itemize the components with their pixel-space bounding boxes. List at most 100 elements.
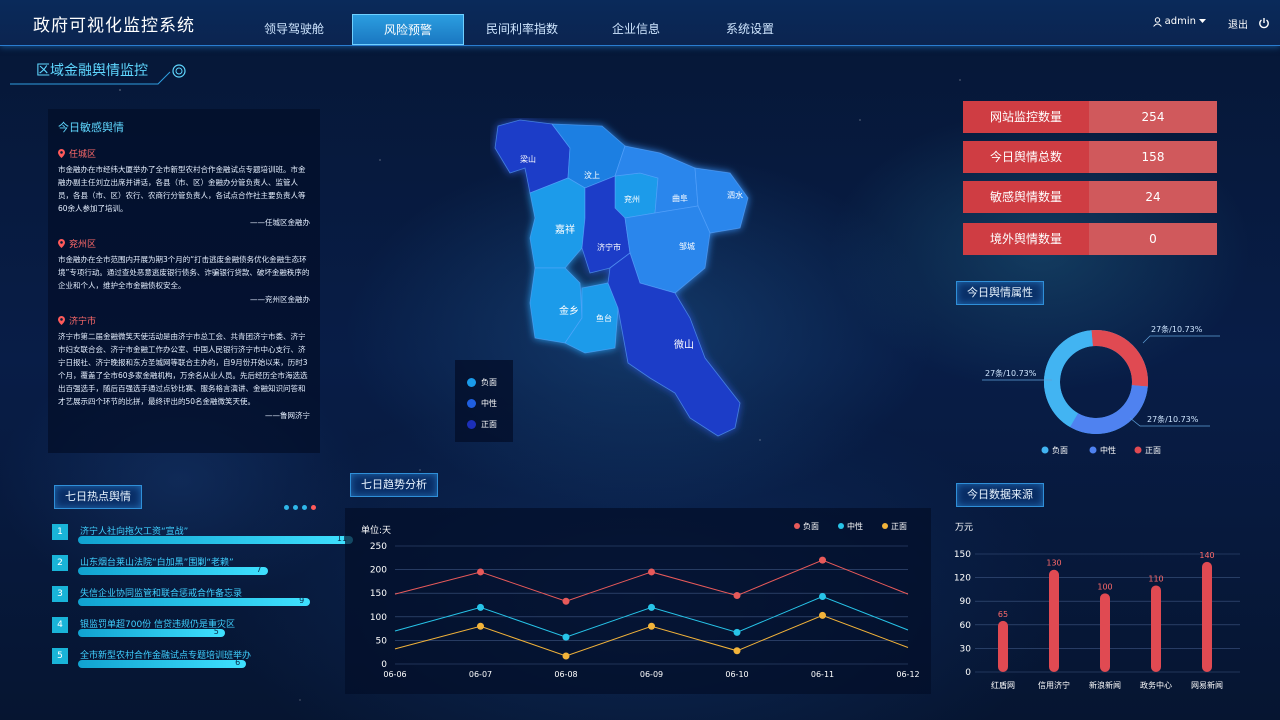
data-point[interactable] xyxy=(819,593,826,601)
bar[interactable] xyxy=(1049,569,1059,672)
hot-news-item[interactable]: 4 银监罚单超700份 信贷违规仍是重灾区 5 xyxy=(52,617,312,648)
bar[interactable] xyxy=(998,620,1008,672)
series-line[interactable] xyxy=(394,614,909,657)
hot-news-item[interactable]: 3 失信企业协同监管和联合惩戒合作备忘录 9 xyxy=(52,586,312,617)
legend-dot xyxy=(467,420,476,429)
legend-dot xyxy=(838,523,844,529)
nav-tab-interest-index[interactable]: 民间利率指数 xyxy=(466,14,578,45)
data-point[interactable] xyxy=(819,556,826,564)
x-tick-label: 政务中心 xyxy=(1140,680,1172,690)
news-location: 济宁市 xyxy=(69,317,97,327)
legend-dot xyxy=(794,523,800,529)
news-text: 市金融办在市经纬大厦举办了全市新型农村合作金融试点专题培训班。市金融办副主任刘立… xyxy=(58,165,306,213)
data-point[interactable] xyxy=(733,647,741,655)
data-point[interactable] xyxy=(733,628,741,636)
rank-number: 3 xyxy=(52,586,68,602)
carousel-dot-active[interactable] xyxy=(311,505,316,510)
legend-item-neutral[interactable]: 中性 xyxy=(467,393,513,414)
map-label-jinxiang: 金乡 xyxy=(559,304,579,317)
data-point[interactable] xyxy=(477,568,484,576)
data-point[interactable] xyxy=(477,603,484,611)
rank-number: 1 xyxy=(52,524,68,540)
news-text: 市金融办在全市范围内开展为期3个月的“打击逃废金融债务优化金融生态环境”专项行动… xyxy=(58,255,310,290)
bar[interactable] xyxy=(1100,593,1110,672)
y-tick-label: 250 xyxy=(370,542,387,552)
stat-value: 254 xyxy=(1089,101,1217,133)
map-label-wenshang: 汶上 xyxy=(584,170,600,180)
y-tick-label: 150 xyxy=(370,589,387,599)
stat-value: 158 xyxy=(1089,141,1217,173)
data-point[interactable] xyxy=(733,592,741,600)
legend-item-positive[interactable]: 正面 xyxy=(467,414,513,435)
map-legend: 负面 中性 正面 xyxy=(455,360,513,442)
user-menu[interactable]: admin xyxy=(1152,16,1206,27)
legend-label: 中性 xyxy=(481,399,497,408)
news-item[interactable]: 兖州区 市金融办在全市范围内开展为期3个月的“打击逃废金融债务优化金融生态环境”… xyxy=(58,237,310,305)
map-label-jining: 济宁市 xyxy=(597,242,621,252)
legend-dot xyxy=(467,399,476,408)
nav-tab-cockpit[interactable]: 领导驾驶舱 xyxy=(238,14,350,45)
map-label-weishan: 微山 xyxy=(674,338,694,351)
stat-today-total: 今日舆情总数 158 xyxy=(963,141,1217,173)
map-region-jiaxiang[interactable] xyxy=(529,177,586,269)
y-tick-label: 100 xyxy=(370,613,387,623)
news-item[interactable]: 任城区 市金融办在市经纬大厦举办了全市新型农村合作金融试点专题培训班。市金融办副… xyxy=(58,147,310,228)
nav-tab-company-info[interactable]: 企业信息 xyxy=(580,14,692,45)
stat-overseas-count: 境外舆情数量 0 xyxy=(963,223,1217,255)
data-point[interactable] xyxy=(648,568,655,576)
stat-label: 敏感舆情数量 xyxy=(963,181,1089,213)
stat-value: 0 xyxy=(1089,223,1217,255)
bar[interactable] xyxy=(1202,561,1212,672)
nav-tab-risk-warning[interactable]: 风险预警 xyxy=(352,14,464,45)
trend-line-chart: 单位:天 0 50 100 150 200 250 06-06 06-07 06-08 06-09… xyxy=(361,521,920,679)
legend-item-negative[interactable]: 负面 xyxy=(467,372,513,393)
data-point[interactable] xyxy=(648,603,655,611)
donut-label: 27条/10.73% xyxy=(1147,414,1199,424)
data-point[interactable] xyxy=(648,622,655,630)
hot-news-list: 1 济宁人社向拖欠工资“宣战” 11 2 山东烟台莱山法院“白加黑”围剿“老赖”… xyxy=(52,524,353,679)
legend-label: 正面 xyxy=(481,420,497,429)
x-tick-label: 网易新闻 xyxy=(1191,680,1223,690)
donut-segment-positive[interactable] xyxy=(1091,330,1148,387)
x-tick-label: 06-06 xyxy=(383,670,406,679)
x-tick-label: 06-07 xyxy=(469,670,492,679)
y-tick-label: 30 xyxy=(960,644,972,654)
bar[interactable] xyxy=(1151,585,1161,672)
hot-news-item[interactable]: 2 山东烟台莱山法院“白加黑”围剿“老赖” 7 xyxy=(52,555,312,586)
nav-tab-settings[interactable]: 系统设置 xyxy=(694,14,806,45)
news-location: 任城区 xyxy=(69,150,97,160)
source-bar-chart: 万元 0 30 60 90 120 150 65 红盾网 130 信用济宁 100 新浪新闻 110 政… xyxy=(954,523,1240,690)
donut-segment-negative[interactable] xyxy=(1044,330,1094,428)
power-icon[interactable] xyxy=(1258,17,1270,29)
stat-website-count: 网站监控数量 254 xyxy=(963,101,1217,133)
legend-dot xyxy=(1089,446,1097,454)
hot-news-count: 11 xyxy=(336,534,347,543)
carousel-dot[interactable] xyxy=(293,505,298,510)
data-point[interactable] xyxy=(562,597,570,605)
hot-news-item[interactable]: 1 济宁人社向拖欠工资“宣战” 11 xyxy=(52,524,353,555)
bar-value-label: 110 xyxy=(1148,574,1163,583)
stat-value: 24 xyxy=(1089,181,1217,213)
map-label-zoucheng: 邹城 xyxy=(679,241,695,251)
legend-dot xyxy=(1134,446,1142,454)
data-point[interactable] xyxy=(477,622,484,630)
hot-news-bar xyxy=(78,598,311,606)
x-tick-label: 06-09 xyxy=(640,670,663,679)
donut-segment-neutral[interactable] xyxy=(1070,384,1148,434)
x-tick-label: 06-10 xyxy=(725,670,748,679)
carousel-dots[interactable] xyxy=(284,505,316,510)
data-point[interactable] xyxy=(562,633,570,641)
attribute-title: 今日舆情属性 xyxy=(956,281,1044,305)
data-point[interactable] xyxy=(819,611,826,619)
data-point[interactable] xyxy=(562,652,570,660)
bar-value-label: 65 xyxy=(998,610,1008,619)
x-tick-label: 06-11 xyxy=(811,670,834,679)
logout-link[interactable]: 退出 xyxy=(1228,16,1248,31)
stat-label: 网站监控数量 xyxy=(963,101,1089,133)
news-item[interactable]: 济宁市 济宁市第二届金融微笑天使活动是由济宁市总工会、共青团济宁市委、济宁市妇女… xyxy=(58,314,310,421)
series-line[interactable] xyxy=(394,559,909,602)
bar-value-label: 100 xyxy=(1097,582,1112,591)
carousel-dot[interactable] xyxy=(284,505,289,510)
hot-news-item[interactable]: 5 全市新型农村合作金融试点专题培训班举办 6 xyxy=(52,648,312,679)
carousel-dot[interactable] xyxy=(302,505,307,510)
